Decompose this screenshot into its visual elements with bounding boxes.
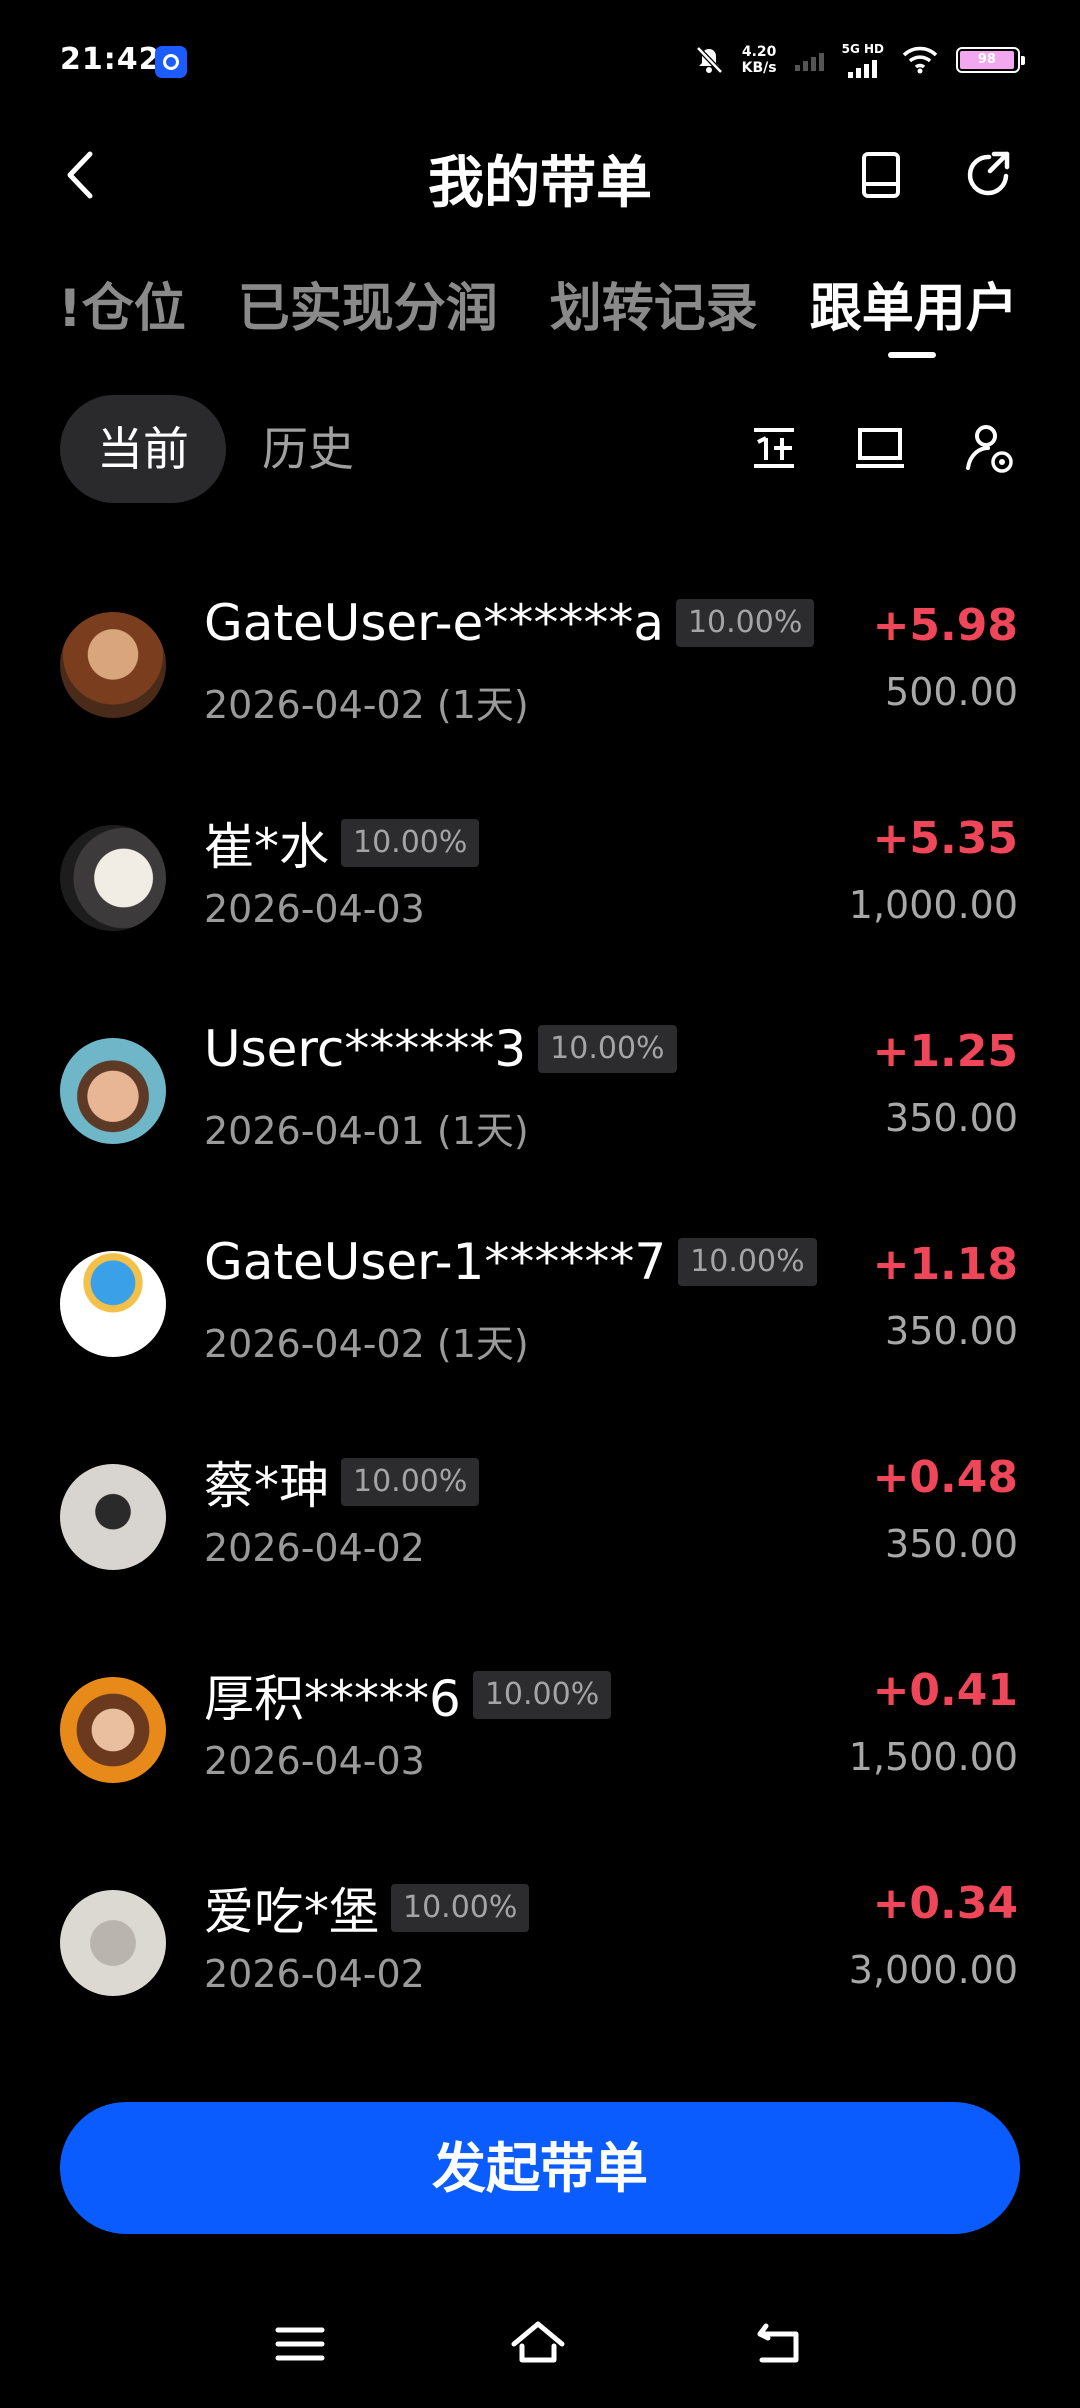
profit-value: +1.25 [872, 1026, 1018, 1077]
list-item[interactable]: GateUser-1******7 10.00% 2026-04-02 (1天) … [0, 1211, 1080, 1424]
avatar [60, 1677, 166, 1783]
avatar [60, 1038, 166, 1144]
list-item[interactable]: GateUser-e******a 10.00% 2026-04-02 (1天) … [0, 572, 1080, 785]
amount-value: 350.00 [885, 1522, 1018, 1566]
avatar [60, 825, 166, 931]
amount-value: 350.00 [885, 1096, 1018, 1140]
avatar [60, 1464, 166, 1570]
amount-value: 350.00 [885, 1309, 1018, 1353]
profit-value: +0.34 [872, 1878, 1018, 1929]
battery-icon: 98 [956, 47, 1025, 73]
profit-value: +5.35 [872, 813, 1018, 864]
follower-name: 厚积*****6 [204, 1670, 461, 1728]
battery-level: 98 [960, 51, 1014, 69]
amount-value: 1,500.00 [848, 1735, 1018, 1779]
mute-bell-icon [695, 46, 723, 74]
back-nav-icon[interactable] [750, 2314, 810, 2374]
follow-date: 2026-04-01 (1天) [204, 1109, 529, 1153]
profit-value: +1.18 [872, 1239, 1018, 1290]
segment-history[interactable]: 历史 [262, 395, 354, 503]
active-tab-indicator [888, 352, 936, 358]
list-item[interactable]: Userc******3 10.00% 2026-04-01 (1天) +1.25… [0, 998, 1080, 1211]
page-title: 我的带单 [428, 151, 652, 216]
wifi-icon [902, 46, 938, 74]
amount-value: 500.00 [885, 670, 1018, 714]
ratio-badge: 10.00% [341, 1458, 480, 1506]
ratio-badge: 10.00% [538, 1025, 677, 1073]
follow-date: 2026-04-02 (1天) [204, 1322, 529, 1366]
follow-date: 2026-04-02 [204, 1952, 425, 1996]
profit-value: +0.41 [872, 1665, 1018, 1716]
follower-name: 蔡*珅 [204, 1457, 329, 1515]
signal-sim2: 5G HD [842, 42, 884, 78]
follow-date: 2026-04-02 [204, 1526, 425, 1570]
segment-current[interactable]: 当前 [60, 395, 226, 503]
tab-followers[interactable]: 跟单用户 [810, 266, 1018, 341]
follower-name: Userc******3 [204, 1020, 527, 1078]
share-icon[interactable] [960, 146, 1018, 204]
ratio-badge: 10.00% [341, 819, 480, 867]
signal-sim1-icon [794, 49, 824, 71]
follower-name: GateUser-1******7 [204, 1233, 667, 1291]
start-copy-trading-button[interactable]: 发起带单 [60, 2102, 1020, 2234]
list-item[interactable]: 崔*水 10.00% 2026-04-03 +5.35 1,000.00 [0, 785, 1080, 998]
display-mode-icon[interactable] [852, 420, 908, 476]
app-notification-icon [155, 46, 187, 78]
status-bar-right: 4.20 KB/s 5G HD 98 [694, 40, 1025, 80]
network-label: 5G HD [841, 42, 884, 56]
sort-icon[interactable] [746, 420, 802, 476]
home-icon[interactable] [508, 2314, 568, 2374]
profit-value: +5.98 [872, 600, 1018, 651]
status-time: 21:42 [60, 42, 161, 77]
net-speed: 4.20 KB/s [742, 44, 777, 76]
ratio-badge: 10.00% [472, 1671, 612, 1719]
tab-bar: !仓位 已实现分润 划转记录 跟单用户 [58, 266, 1018, 341]
follow-date: 2026-04-03 [204, 1739, 425, 1783]
profit-value: +0.48 [872, 1452, 1018, 1503]
follow-date: 2026-04-03 [204, 887, 425, 931]
net-speed-unit: KB/s [741, 60, 777, 76]
list-item[interactable]: 厚积*****6 10.00% 2026-04-03 +0.41 1,500.00 [0, 1637, 1080, 1850]
net-speed-value: 4.20 [741, 44, 777, 60]
ratio-badge: 10.00% [675, 599, 815, 647]
tab-transfer-records[interactable]: 划转记录 [550, 266, 758, 341]
list-item[interactable]: 爱吃*堡 10.00% 2026-04-02 +0.34 3,000.00 [0, 1850, 1080, 2063]
list-item[interactable]: 蔡*珅 10.00% 2026-04-02 +0.48 350.00 [0, 1424, 1080, 1637]
menu-icon[interactable] [270, 2314, 330, 2374]
avatar [60, 1890, 166, 1996]
avatar [60, 612, 166, 718]
ratio-badge: 10.00% [678, 1238, 817, 1286]
avatar [60, 1251, 166, 1357]
tab-realized-profit[interactable]: 已实现分润 [238, 266, 498, 341]
guide-book-icon[interactable] [852, 146, 910, 204]
amount-value: 1,000.00 [848, 883, 1018, 927]
follower-name: 爱吃*堡 [204, 1883, 379, 1941]
signal-sim2-icon [848, 56, 878, 78]
ratio-badge: 10.00% [391, 1884, 530, 1932]
tab-position[interactable]: !仓位 [58, 266, 186, 341]
follow-date: 2026-04-02 (1天) [204, 683, 529, 727]
follower-name: 崔*水 [204, 818, 329, 876]
user-settings-icon[interactable] [962, 420, 1018, 476]
amount-value: 3,000.00 [848, 1948, 1018, 1992]
follower-name: GateUser-e******a [204, 594, 664, 652]
